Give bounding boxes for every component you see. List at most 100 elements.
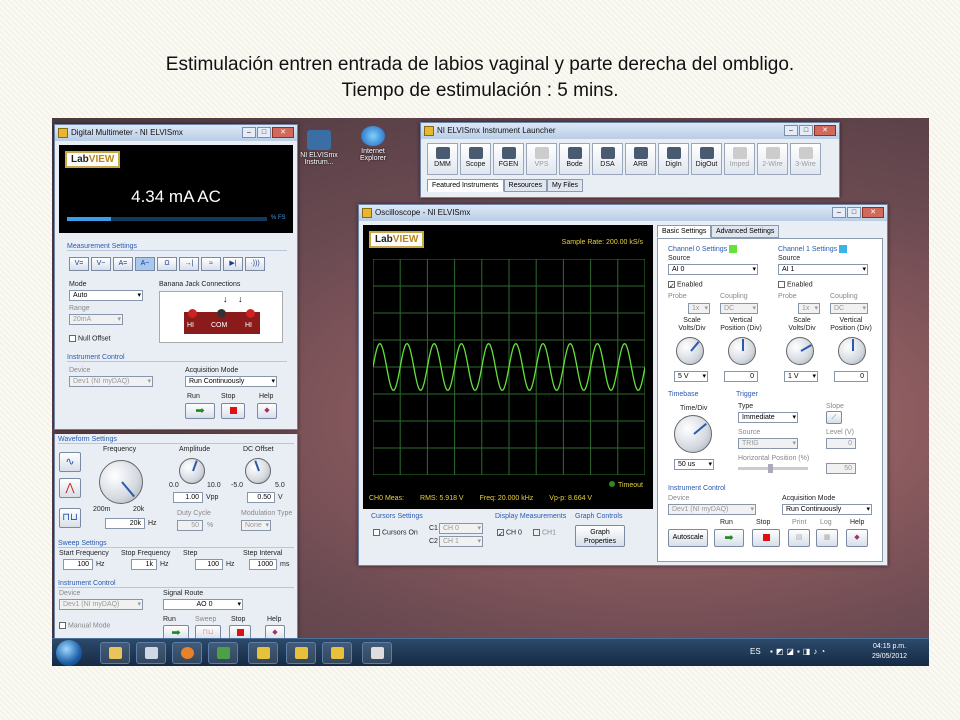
launcher-tool-fgen[interactable]: FGEN [493,143,524,175]
fgen-device-select[interactable]: Dev1 (NI myDAQ) [59,599,143,610]
duty-cycle-value[interactable]: 50 [177,520,203,531]
launcher-tool-dsa[interactable]: DSA [592,143,623,175]
dmm-help-button[interactable]: ◆ [257,403,277,419]
launcher-tool-scope[interactable]: Scope [460,143,491,175]
ch1-source-select[interactable]: AI 1 [778,264,868,275]
step-value[interactable]: 100 [195,559,223,570]
maximize-button[interactable]: □ [847,207,861,218]
launcher-tool-3-wire[interactable]: 3-Wire [790,143,821,175]
taskbar-elvis[interactable] [136,642,166,664]
taskbar-explorer[interactable] [100,642,130,664]
null-offset-checkbox[interactable]: Null Offset [69,335,111,342]
ch0-vpos-knob[interactable] [728,337,756,365]
dmm-acquisition-select[interactable]: Run Continuously [185,376,277,387]
dmm-mode-button-7[interactable]: ▶| [223,257,243,271]
sine-wave-button[interactable]: ∿ [59,452,81,472]
trigger-source-select[interactable]: TRIG [738,438,798,449]
close-button[interactable]: ✕ [272,127,294,138]
horizontal-position-slider[interactable] [738,464,808,473]
tab-advanced-settings[interactable]: Advanced Settings [711,225,780,238]
launcher-tool-2-wire[interactable]: 2-Wire [757,143,788,175]
maximize-button[interactable]: □ [799,125,813,136]
launcher-titlebar[interactable]: NI ELVISmx Instrument Launcher – □ ✕ [421,123,839,139]
launcher-tool-dmm[interactable]: DMM [427,143,458,175]
horizontal-position-value[interactable]: 50 [826,463,856,474]
dmm-mode-button-3[interactable]: A~ [135,257,155,271]
triangle-wave-button[interactable]: ⋀ [59,478,81,498]
manual-mode-checkbox[interactable]: Manual Mode [59,622,110,629]
dmm-mode-button-0[interactable]: V= [69,257,89,271]
minimize-button[interactable]: – [832,207,846,218]
trigger-type-select[interactable]: Immediate [738,412,798,423]
print-icon[interactable]: ▤ [788,529,810,547]
step-interval-value[interactable]: 1000 [249,559,277,570]
language-indicator[interactable]: ES [750,647,761,656]
mode-select[interactable]: Auto [69,290,143,301]
dmm-titlebar[interactable]: Digital Multimeter - NI ELVISmx – □ ✕ [55,125,297,141]
dmm-mode-button-5[interactable]: →| [179,257,199,271]
desktop-icon-ie[interactable]: Internet Explorer [348,126,398,162]
launcher-tool-imped[interactable]: Imped [724,143,755,175]
ch1-scale-knob[interactable] [786,337,814,365]
close-button[interactable]: ✕ [814,125,836,136]
ch0-scale-select[interactable]: 5 V [674,371,708,382]
taskbar-media[interactable] [172,642,202,664]
ch1-enabled-checkbox[interactable]: Enabled [778,281,813,288]
launcher-tool-vps[interactable]: VPS [526,143,557,175]
scope-help-button[interactable]: ◆ [846,529,868,547]
launcher-tool-bode[interactable]: Bode [559,143,590,175]
clock[interactable]: 04:15 p.m. 29/05/2012 [872,642,907,662]
ch0-enabled-checkbox[interactable]: ✓ Enabled [668,281,703,290]
cursor2-select[interactable]: CH 1 [439,536,483,547]
dmm-mode-button-2[interactable]: A= [113,257,133,271]
ch1-probe-select[interactable]: 1x [798,303,820,314]
signal-route-select[interactable]: AO 0 [163,599,243,610]
ch0-measure-checkbox[interactable]: ✓ CH 0 [497,529,522,538]
dc-offset-value[interactable]: 0.50 [247,492,275,503]
time-div-select[interactable]: 50 us [674,459,714,470]
ch1-vpos-knob[interactable] [838,337,866,365]
dmm-stop-button[interactable] [221,403,245,419]
dc-offset-knob[interactable] [245,458,271,484]
dmm-mode-button-8[interactable]: ·))) [245,257,265,271]
frequency-value[interactable]: 20k [105,518,145,529]
dmm-mode-button-6[interactable]: ≈ [201,257,221,271]
scope-stop-button[interactable] [752,529,780,547]
slope-button[interactable]: ⟋ [826,411,842,424]
start-frequency-value[interactable]: 100 [63,559,93,570]
tab-my-files[interactable]: My Files [547,179,584,192]
scope-run-button[interactable]: ➡ [714,529,744,547]
dmm-device-select[interactable]: Dev1 (NI myDAQ) [69,376,153,387]
ch0-source-select[interactable]: AI 0 [668,264,758,275]
tab-featured-instruments[interactable]: Featured Instruments [427,179,504,192]
scope-titlebar[interactable]: Oscilloscope - NI ELVISmx – □ ✕ [359,205,887,221]
tab-resources[interactable]: Resources [503,179,547,192]
dmm-run-button[interactable]: ➡ [185,403,215,419]
scope-device-select[interactable]: Dev1 (NI myDAQ) [668,504,756,515]
range-select[interactable]: 20mA [69,314,123,325]
desktop-icon-elvis[interactable]: NI ELVISmx Instrum... [294,130,344,166]
ch0-vpos-value[interactable]: 0 [724,371,758,382]
ch1-vpos-value[interactable]: 0 [834,371,868,382]
log-icon[interactable]: ▦ [816,529,838,547]
minimize-button[interactable]: – [242,127,256,138]
scope-acquisition-select[interactable]: Run Continuously [782,504,872,515]
launcher-tool-arb[interactable]: ARB [625,143,656,175]
ch1-coupling-select[interactable]: DC [830,303,868,314]
stop-frequency-value[interactable]: 1k [131,559,157,570]
tab-basic-settings[interactable]: Basic Settings [657,225,712,238]
amplitude-knob[interactable] [179,458,205,484]
frequency-knob[interactable] [99,460,143,504]
launcher-tool-digout[interactable]: DigOut [691,143,722,175]
square-wave-button[interactable]: ⊓⊔ [59,508,81,528]
minimize-button[interactable]: – [784,125,798,136]
taskbar-labview-3[interactable] [322,642,352,664]
ch0-scale-knob[interactable] [676,337,704,365]
taskbar-app[interactable] [362,642,392,664]
taskbar-labview-1[interactable] [248,642,278,664]
dmm-mode-button-4[interactable]: Ω [157,257,177,271]
start-button[interactable] [56,640,82,666]
close-button[interactable]: ✕ [862,207,884,218]
cursor1-select[interactable]: CH 0 [439,523,483,534]
launcher-tool-digin[interactable]: DigIn [658,143,689,175]
